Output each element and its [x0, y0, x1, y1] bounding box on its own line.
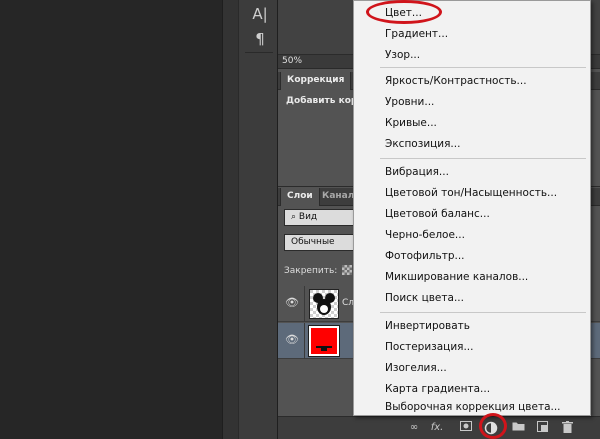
blend-mode-select[interactable]: Обычные	[284, 234, 354, 251]
menu-item-channel-mixer[interactable]: Микширование каналов...	[385, 271, 528, 283]
menu-item-brightness-contrast[interactable]: Яркость/Контрастность...	[385, 75, 527, 87]
menu-item-pattern[interactable]: Узор...	[385, 49, 420, 61]
menu-item-hue-saturation[interactable]: Цветовой тон/Насыщенность...	[385, 187, 557, 199]
lock-transparency-icon[interactable]	[342, 265, 352, 275]
eye-icon[interactable]: 👁	[285, 297, 299, 309]
link-icon[interactable]: ∞	[406, 421, 422, 435]
adjustment-layer-menu: Цвет... Градиент... Узор... Яркость/Конт…	[353, 0, 591, 416]
row-divider	[304, 323, 305, 359]
menu-item-levels[interactable]: Уровни...	[385, 96, 434, 108]
layer-thumbnail	[309, 289, 339, 319]
menu-separator	[380, 312, 586, 313]
row-divider	[304, 286, 305, 322]
menu-item-selective-color[interactable]: Выборочная коррекция цвета...	[385, 401, 561, 413]
menu-item-threshold[interactable]: Изогелия...	[385, 362, 447, 374]
menu-separator	[380, 67, 586, 68]
menu-separator	[380, 158, 586, 159]
tool-divider	[245, 52, 273, 53]
zoom-level[interactable]: 50%	[282, 56, 302, 66]
lock-label: Закрепить:	[284, 266, 338, 276]
menu-item-photo-filter[interactable]: Фотофильтр...	[385, 250, 465, 262]
layer-filter-label: Вид	[298, 212, 318, 222]
menu-item-invert[interactable]: Инвертировать	[385, 320, 470, 332]
group-folder-icon[interactable]	[510, 421, 526, 435]
tab-layers[interactable]: Слои	[280, 188, 320, 206]
canvas-scrollbar[interactable]	[222, 0, 238, 439]
search-icon: ⌕	[291, 212, 299, 222]
eye-icon[interactable]: 👁	[285, 334, 299, 346]
menu-item-gradient[interactable]: Градиент...	[385, 28, 448, 40]
menu-item-vibrance[interactable]: Вибрация...	[385, 166, 449, 178]
character-panel-icon[interactable]: A|	[249, 3, 271, 25]
menu-item-color-balance[interactable]: Цветовой баланс...	[385, 208, 490, 220]
paragraph-panel-icon[interactable]: ¶	[249, 28, 271, 50]
menu-item-posterize[interactable]: Постеризация...	[385, 341, 473, 353]
layer-filter-select[interactable]: ⌕ Вид	[284, 209, 354, 226]
highlight-circle-adjustment-icon	[479, 413, 507, 439]
menu-item-exposure[interactable]: Экспозиция...	[385, 138, 460, 150]
menu-item-gradient-map[interactable]: Карта градиента...	[385, 383, 490, 395]
document-canvas[interactable]	[0, 0, 222, 439]
new-layer-icon[interactable]	[534, 421, 550, 435]
menu-item-color-lookup[interactable]: Поиск цвета...	[385, 292, 464, 304]
mouse-silhouette-icon	[313, 293, 335, 315]
mask-icon[interactable]	[458, 421, 474, 435]
panel-icon-strip: A| ¶	[238, 0, 278, 439]
fill-layer-thumbnail	[308, 325, 340, 357]
tab-adjustments[interactable]: Коррекция	[280, 72, 352, 90]
fx-icon[interactable]: fx.	[429, 421, 445, 435]
menu-item-curves[interactable]: Кривые...	[385, 117, 437, 129]
trash-icon[interactable]	[559, 421, 575, 435]
fill-layer-badge-icon	[316, 346, 332, 351]
menu-item-black-white[interactable]: Черно-белое...	[385, 229, 465, 241]
layers-bottom-bar: ∞ fx.	[278, 416, 600, 439]
highlight-circle-color-item	[366, 0, 442, 24]
